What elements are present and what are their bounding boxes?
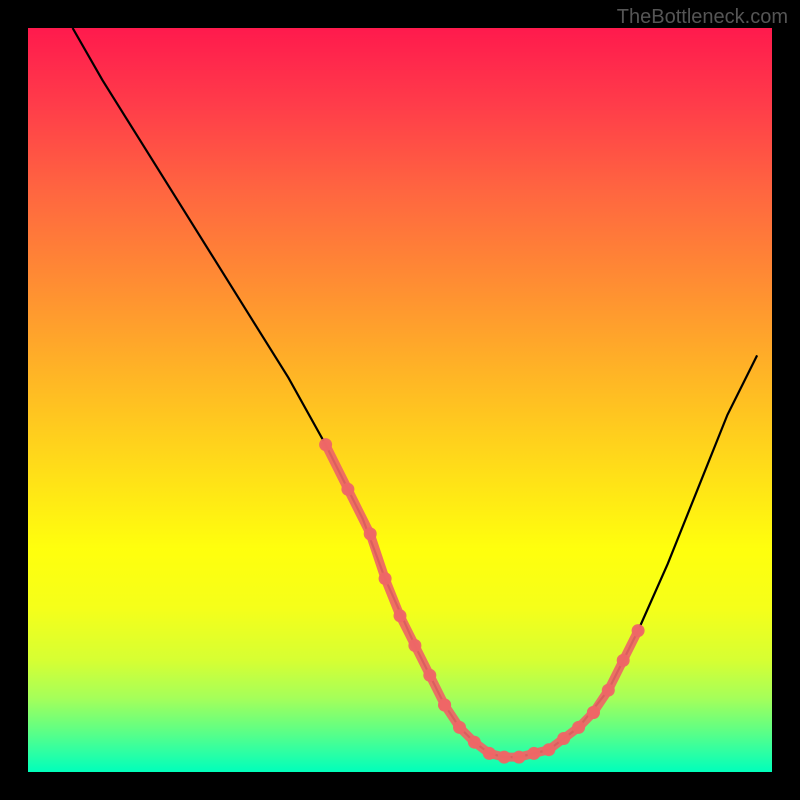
watermark-text: TheBottleneck.com [617, 6, 788, 29]
chart-svg [28, 28, 772, 772]
highlight-dots [319, 438, 644, 763]
plot-area [28, 28, 772, 772]
